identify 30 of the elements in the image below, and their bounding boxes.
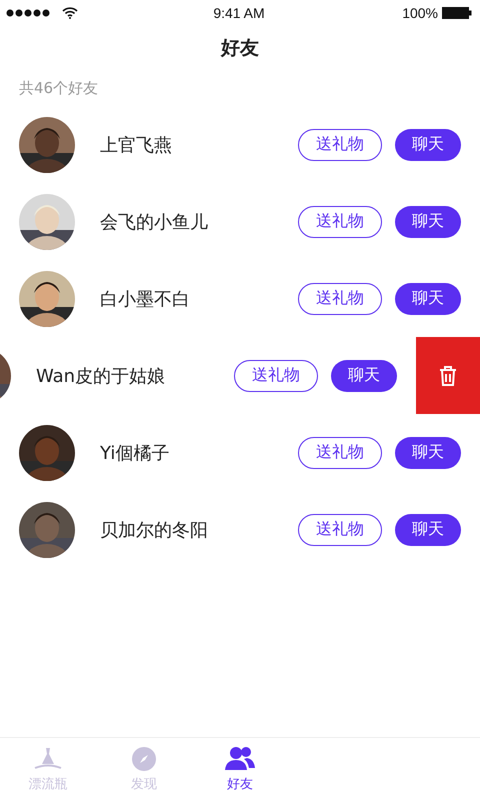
- delete-button[interactable]: [416, 337, 480, 414]
- friend-count: 共46个好友: [19, 78, 98, 98]
- gift-button[interactable]: 送礼物: [298, 514, 382, 546]
- gift-button[interactable]: 送礼物: [298, 282, 382, 314]
- status-time: 9:41 AM: [213, 5, 265, 21]
- trash-icon: [438, 364, 458, 386]
- gift-button[interactable]: 送礼物: [298, 206, 382, 238]
- friend-name: 上官飞燕: [100, 134, 173, 156]
- friend-name: Yi個橘子: [100, 442, 170, 464]
- friend-name: 贝加尔的冬阳: [100, 518, 209, 542]
- wifi-icon: [62, 7, 78, 19]
- chat-button[interactable]: 聊天: [395, 282, 461, 314]
- battery-icon: [442, 7, 472, 19]
- gift-button[interactable]: 送礼物: [298, 436, 382, 468]
- chat-button[interactable]: 聊天: [395, 128, 461, 160]
- chat-button[interactable]: 聊天: [395, 514, 461, 546]
- friend-name: 白小墨不白: [100, 288, 191, 310]
- friend-name: Wan皮的于姑娘: [36, 364, 166, 388]
- chat-button[interactable]: 聊天: [395, 206, 461, 238]
- compass-icon: [131, 746, 157, 772]
- chat-button[interactable]: 聊天: [395, 436, 461, 468]
- bottle-icon: [33, 746, 63, 772]
- page-title: 好友: [221, 36, 259, 61]
- battery-percent: 100%: [402, 5, 438, 21]
- chat-button[interactable]: 聊天: [331, 360, 397, 392]
- tab[interactable]: 好友: [192, 738, 288, 800]
- gift-button[interactable]: 送礼物: [234, 360, 318, 392]
- friend-name: 会飞的小鱼儿: [100, 210, 209, 234]
- gift-button[interactable]: 送礼物: [298, 128, 382, 160]
- friends-icon: [225, 746, 255, 772]
